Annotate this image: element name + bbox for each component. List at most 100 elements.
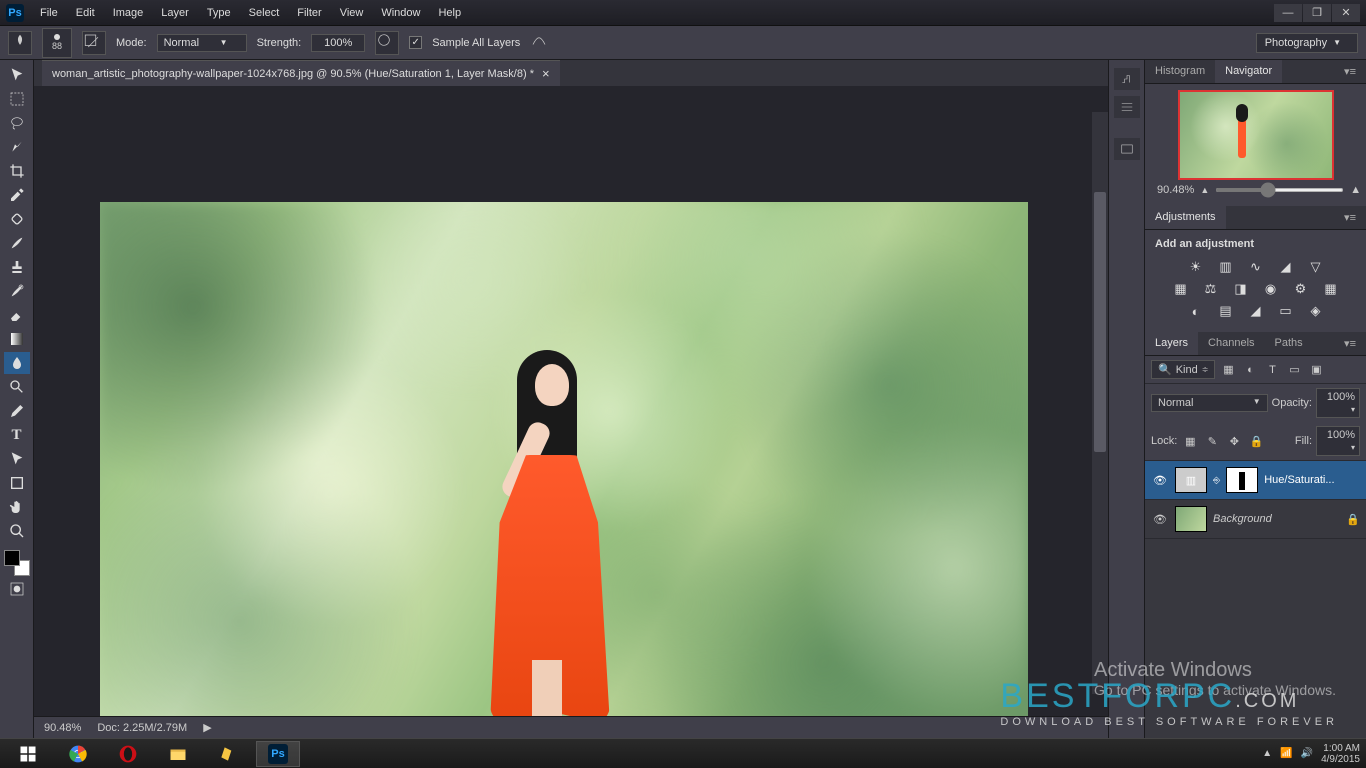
shape-tool[interactable] [4,472,30,494]
layer-thumb-mask[interactable] [1226,467,1258,493]
menu-view[interactable]: View [332,4,372,22]
type-tool[interactable]: T [4,424,30,446]
layer-thumb-image[interactable] [1175,506,1207,532]
lock-position-icon[interactable]: ✥ [1225,433,1243,449]
brush-picker[interactable]: 88 [42,28,72,58]
tray-volume-icon[interactable]: 🔊 [1301,748,1313,759]
curves-icon[interactable]: ∿ [1246,259,1266,275]
taskbar-explorer[interactable] [156,741,200,767]
filter-pixel-icon[interactable]: ▦ [1219,362,1237,378]
zoom-readout[interactable]: 90.48% [44,722,81,734]
channel-mixer-icon[interactable]: ⚙ [1291,281,1311,297]
layer-item[interactable]: 👁 ▥ ⎆ Hue/Saturati... [1145,461,1366,500]
threshold-icon[interactable]: ◢ [1246,303,1266,319]
tab-layers[interactable]: Layers [1145,332,1198,355]
tab-navigator[interactable]: Navigator [1215,60,1282,83]
tablet-pressure-toggle[interactable] [530,31,554,55]
tool-preset-picker[interactable] [8,31,32,55]
invert-icon[interactable]: ◐ [1186,303,1206,319]
hue-icon[interactable]: ▦ [1171,281,1191,297]
history-brush-tool[interactable] [4,280,30,302]
canvas-viewport[interactable] [34,86,1108,716]
visibility-icon[interactable]: 👁 [1151,474,1169,487]
tab-paths[interactable]: Paths [1265,332,1313,355]
taskbar-photoshop[interactable]: Ps [256,741,300,767]
lock-transparent-icon[interactable]: ▦ [1181,433,1199,449]
bw-icon[interactable]: ◨ [1231,281,1251,297]
vibrance-icon[interactable]: ▽ [1306,259,1326,275]
gradient-tool[interactable] [4,328,30,350]
navigator-thumbnail[interactable] [1178,90,1334,180]
taskbar-opera[interactable] [106,741,150,767]
quick-mask-toggle[interactable] [4,578,30,600]
visibility-icon[interactable]: 👁 [1151,513,1169,526]
color-swatches[interactable] [4,550,30,576]
menu-edit[interactable]: Edit [68,4,103,22]
brightness-icon[interactable]: ☀ [1186,259,1206,275]
minimize-button[interactable]: — [1274,4,1302,22]
marquee-tool[interactable] [4,88,30,110]
pressure-toggle[interactable] [375,31,399,55]
stamp-tool[interactable] [4,256,30,278]
tray-date[interactable]: 4/9/2015 [1321,754,1360,765]
layer-thumb-adjustment[interactable]: ▥ [1175,467,1207,493]
filter-adjust-icon[interactable]: ◐ [1241,362,1259,378]
dock-icon-2[interactable] [1114,96,1140,118]
navigator-zoom-slider[interactable] [1215,188,1344,192]
zoom-out-icon[interactable]: ▲ [1200,185,1209,195]
tray-icon[interactable]: ▲ [1262,748,1272,759]
selective-color-icon[interactable]: ◈ [1306,303,1326,319]
menu-layer[interactable]: Layer [153,4,197,22]
start-button[interactable] [6,741,50,767]
dock-icon-3[interactable] [1114,138,1140,160]
menu-window[interactable]: Window [373,4,428,22]
tab-histogram[interactable]: Histogram [1145,60,1215,83]
panel-menu-icon[interactable]: ▾≡ [1334,60,1366,83]
opacity-input[interactable]: 100% ▾ [1316,388,1360,418]
layer-item[interactable]: 👁 Background 🔒 [1145,500,1366,539]
link-icon[interactable]: ⎆ [1213,475,1220,486]
move-tool[interactable] [4,64,30,86]
zoom-tool[interactable] [4,520,30,542]
menu-file[interactable]: File [32,4,66,22]
levels-icon[interactable]: ▥ [1216,259,1236,275]
quick-select-tool[interactable] [4,136,30,158]
tab-adjustments[interactable]: Adjustments [1145,206,1226,229]
tab-channels[interactable]: Channels [1198,332,1264,355]
eyedropper-tool[interactable] [4,184,30,206]
workspace-switcher[interactable]: Photography▼ [1256,33,1358,53]
lock-all-icon[interactable]: 🔒 [1247,433,1265,449]
color-balance-icon[interactable]: ⚖ [1201,281,1221,297]
menu-select[interactable]: Select [241,4,288,22]
layer-name[interactable]: Hue/Saturati... [1264,474,1360,486]
zoom-in-icon[interactable]: ▲ [1350,184,1361,196]
filter-shape-icon[interactable]: ▭ [1285,362,1303,378]
taskbar-chrome[interactable] [56,741,100,767]
mode-select[interactable]: Normal▼ [157,34,247,52]
menu-help[interactable]: Help [430,4,469,22]
filter-type-icon[interactable]: T [1263,362,1281,378]
panel-menu-icon[interactable]: ▾≡ [1334,206,1366,229]
status-arrow-icon[interactable]: ▶ [203,721,211,734]
menu-filter[interactable]: Filter [289,4,329,22]
blend-mode-select[interactable]: Normal▼ [1151,394,1268,412]
strength-input[interactable]: 100% [311,34,365,52]
dodge-tool[interactable] [4,376,30,398]
panel-menu-icon[interactable]: ▾≡ [1334,332,1366,355]
tray-time[interactable]: 1:00 AM [1321,743,1360,754]
tray-network-icon[interactable]: 📶 [1280,748,1292,759]
close-button[interactable]: ✕ [1332,4,1360,22]
close-icon[interactable]: × [542,66,550,81]
hand-tool[interactable] [4,496,30,518]
color-lookup-icon[interactable]: ▦ [1321,281,1341,297]
menu-image[interactable]: Image [105,4,152,22]
lasso-tool[interactable] [4,112,30,134]
eraser-tool[interactable] [4,304,30,326]
lock-paint-icon[interactable]: ✎ [1203,433,1221,449]
filter-smart-icon[interactable]: ▣ [1307,362,1325,378]
pen-tool[interactable] [4,400,30,422]
sample-all-checkbox[interactable]: ✓ [409,36,422,49]
posterize-icon[interactable]: ▤ [1216,303,1236,319]
healing-tool[interactable] [4,208,30,230]
path-select-tool[interactable] [4,448,30,470]
